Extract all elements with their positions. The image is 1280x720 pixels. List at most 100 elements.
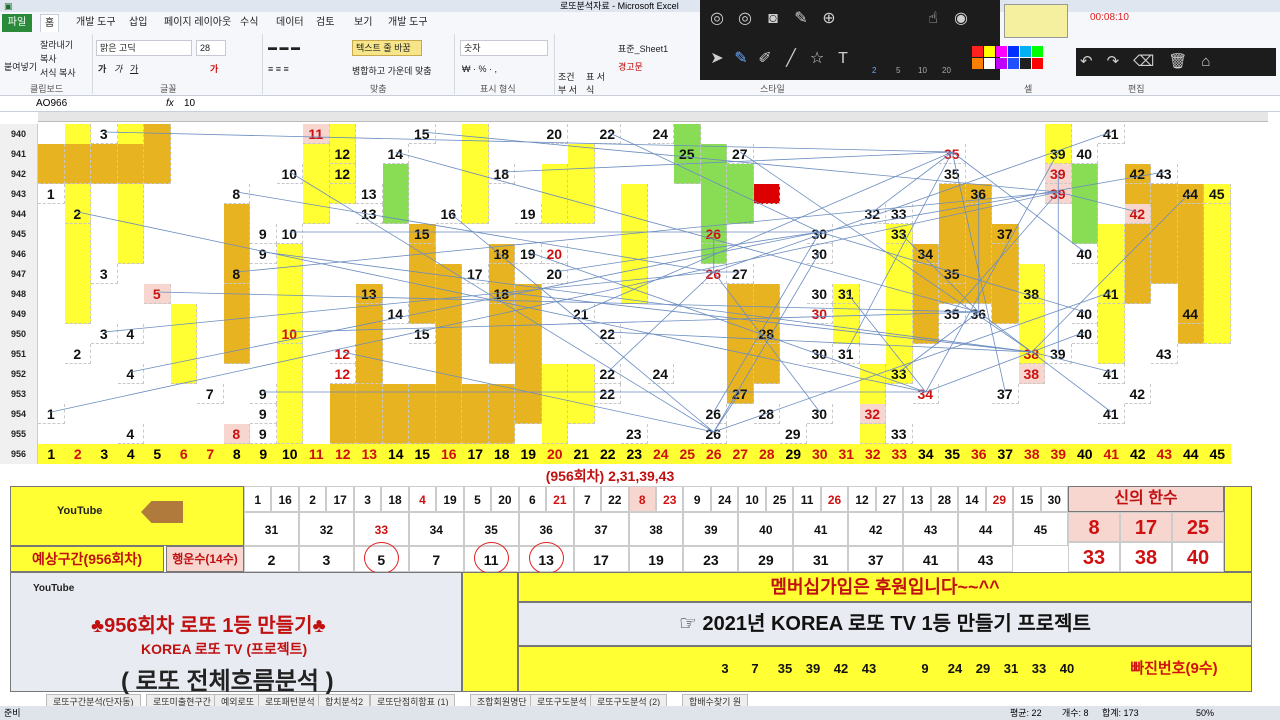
size-10[interactable]: 10 (918, 66, 927, 75)
stop-icon[interactable]: ◎ (734, 10, 756, 28)
toolbar-actions[interactable]: ↶↷⌫🗑⌂ (1076, 48, 1276, 76)
excluded-number[interactable]: 24 (941, 647, 969, 691)
align-center-icons[interactable]: ≡ ≡ ≡ (268, 64, 289, 74)
color-swatch[interactable] (1008, 46, 1019, 57)
pair-cell[interactable]: 9 (683, 486, 711, 512)
zoom-level[interactable]: 50% (1196, 706, 1214, 720)
color-swatch[interactable] (1020, 46, 1031, 57)
pair-cell[interactable]: 32 (298, 512, 354, 546)
lucky-number[interactable]: 7 (408, 546, 464, 572)
pair-cell[interactable]: 19 (436, 486, 464, 512)
name-box[interactable]: AO966 (36, 96, 67, 112)
pair-cell[interactable]: 23 (656, 486, 684, 512)
pair-cell[interactable]: 41 (793, 512, 849, 546)
row956-cell[interactable]: 27 (727, 444, 754, 464)
row956-cell[interactable]: 15 (409, 444, 436, 464)
bold-button[interactable]: 가 (98, 62, 106, 75)
pair-cell[interactable]: 22 (601, 486, 629, 512)
merge-center-button[interactable]: 병합하고 가운데 맞춤 (352, 64, 432, 77)
row956-cell[interactable]: 14 (382, 444, 409, 464)
excluded-number[interactable]: 31 (997, 647, 1025, 691)
preview-thumbnail[interactable] (1004, 4, 1068, 38)
excluded-number[interactable]: 35 (771, 647, 799, 691)
lucky-number[interactable]: 17 (573, 546, 629, 572)
format-painter-button[interactable]: 서식 복사 (40, 66, 76, 79)
tab-home[interactable]: 홈 (40, 14, 60, 32)
pair-cell[interactable]: 42 (848, 512, 904, 546)
pair-cell[interactable]: 12 (848, 486, 876, 512)
row-header[interactable]: 943 (0, 184, 38, 204)
row956-cell[interactable]: 30 (806, 444, 833, 464)
god-number[interactable]: 33 (1068, 542, 1120, 572)
align-icons[interactable]: ▬ ▬ ▬ (268, 42, 300, 52)
row-header[interactable]: 946 (0, 244, 38, 264)
pair-cell[interactable]: 28 (930, 486, 959, 512)
excluded-number[interactable]: 3 (711, 647, 739, 691)
pair-cell[interactable]: 39 (683, 512, 739, 546)
table-format-button[interactable]: 표 서식 (586, 70, 608, 96)
pair-cell[interactable]: 13 (903, 486, 931, 512)
row956-cell[interactable]: 29 (780, 444, 807, 464)
row956-cell[interactable]: 37 (992, 444, 1019, 464)
sheet-grid[interactable]: 940 941 942 943 944 945 946 947 948 949 950 951 952 9… (0, 112, 1280, 695)
tab-insert[interactable]: 삽입 (125, 14, 151, 32)
god-number[interactable]: 8 (1068, 512, 1120, 542)
row956-cell[interactable]: 23 (621, 444, 648, 464)
row956-cell[interactable]: 32 (859, 444, 886, 464)
pair-cell[interactable]: 27 (875, 486, 904, 512)
color-swatch[interactable] (996, 46, 1007, 57)
fx-icon[interactable]: fx (166, 96, 174, 112)
paste-button[interactable]: 붙여넣기 (4, 60, 37, 73)
row-header[interactable]: 940 (0, 124, 38, 144)
color-swatch[interactable] (1008, 58, 1019, 69)
pair-cell[interactable]: 18 (381, 486, 409, 512)
row956-cell[interactable]: 36 (965, 444, 992, 464)
lucky-number[interactable]: 41 (903, 546, 959, 572)
row956-cell[interactable]: 34 (912, 444, 939, 464)
excluded-number[interactable]: 42 (827, 647, 855, 691)
record-icon[interactable]: ◎ (706, 10, 728, 28)
number-format-buttons[interactable]: ₩ · % · , (462, 64, 497, 74)
excluded-number[interactable]: 40 (1053, 647, 1081, 691)
pair-cell[interactable]: 37 (573, 512, 629, 546)
font-color-button[interactable]: 가 (210, 62, 218, 75)
style-normal-sheet1[interactable]: 표준_Sheet1 (618, 42, 668, 55)
lucky-number[interactable]: 37 (848, 546, 904, 572)
wrap-text-button[interactable]: 텍스트 줄 바꿈 (352, 40, 422, 56)
color-swatch[interactable] (972, 46, 983, 57)
row956-cell[interactable]: 42 (1124, 444, 1151, 464)
pair-cell[interactable]: 20 (491, 486, 519, 512)
lucky-number[interactable]: 43 (958, 546, 1014, 572)
row956-cell[interactable]: 1 (38, 444, 65, 464)
excluded-number[interactable]: 7 (741, 647, 769, 691)
color-swatch[interactable] (984, 58, 995, 69)
pair-cell[interactable]: 4 (408, 486, 437, 512)
row-header[interactable]: 945 (0, 224, 38, 244)
god-number[interactable]: 25 (1172, 512, 1224, 542)
color-swatch[interactable] (984, 46, 995, 57)
text-icon[interactable]: T (832, 50, 854, 68)
row956-cell[interactable]: 22 (594, 444, 621, 464)
pair-cell[interactable]: 6 (518, 486, 547, 512)
pair-cell[interactable]: 33 (353, 512, 409, 546)
row956-cell[interactable]: 35 (939, 444, 966, 464)
camera-icon[interactable]: ◙ (762, 10, 784, 28)
row956-cell[interactable]: 25 (674, 444, 701, 464)
row956-cell[interactable]: 11 (303, 444, 330, 464)
lucky-number[interactable]: 2 (244, 546, 299, 572)
row-header[interactable]: 948 (0, 284, 38, 304)
row-header[interactable]: 942 (0, 164, 38, 184)
pair-cell[interactable]: 21 (546, 486, 574, 512)
pair-cell[interactable]: 3 (353, 486, 382, 512)
pointer-icon[interactable]: ➤ (706, 50, 728, 68)
tab-review[interactable]: 검토 (312, 14, 338, 32)
color-swatch[interactable] (1020, 58, 1031, 69)
pair-cell[interactable]: 30 (1040, 486, 1068, 512)
row956-cell[interactable]: 18 (488, 444, 515, 464)
copy-button[interactable]: 복사 (40, 52, 57, 65)
pair-cell[interactable]: 38 (628, 512, 684, 546)
size-2[interactable]: 2 (872, 66, 876, 75)
row-header[interactable]: 941 (0, 144, 38, 164)
row-header[interactable]: 956 (0, 444, 38, 464)
spotlight-icon[interactable]: ◉ (950, 10, 972, 28)
